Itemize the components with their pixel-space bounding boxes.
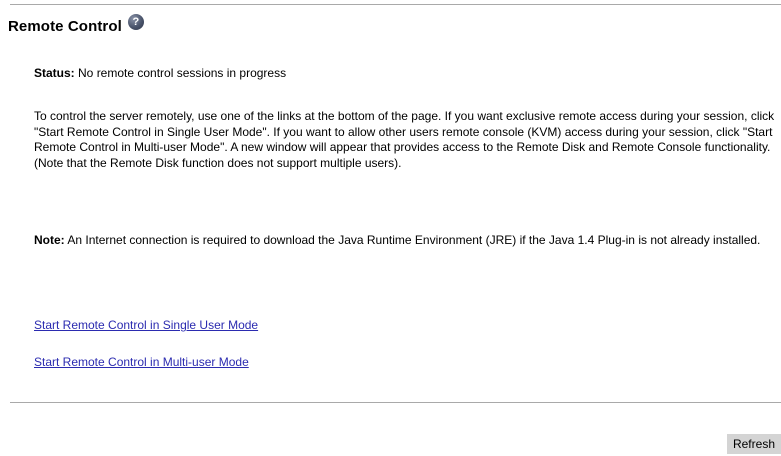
note-paragraph: Note: An Internet connection is required… <box>34 233 780 249</box>
bottom-divider <box>10 402 781 403</box>
page-title: Remote Control <box>8 17 122 35</box>
top-divider <box>10 4 781 5</box>
start-multi-user-link[interactable]: Start Remote Control in Multi-user Mode <box>34 355 249 369</box>
status-label: Status: <box>34 66 75 80</box>
note-label: Note: <box>34 233 65 247</box>
start-single-user-link[interactable]: Start Remote Control in Single User Mode <box>34 318 258 332</box>
refresh-button[interactable]: Refresh <box>726 434 781 454</box>
page-header: Remote Control ? <box>8 14 144 38</box>
question-mark-icon[interactable]: ? <box>127 14 144 30</box>
status-value: No remote control sessions in progress <box>78 66 287 80</box>
note-text: An Internet connection is required to do… <box>67 233 761 247</box>
status-line: Status: No remote control sessions in pr… <box>34 66 286 80</box>
instructions-text: To control the server remotely, use one … <box>34 109 775 170</box>
